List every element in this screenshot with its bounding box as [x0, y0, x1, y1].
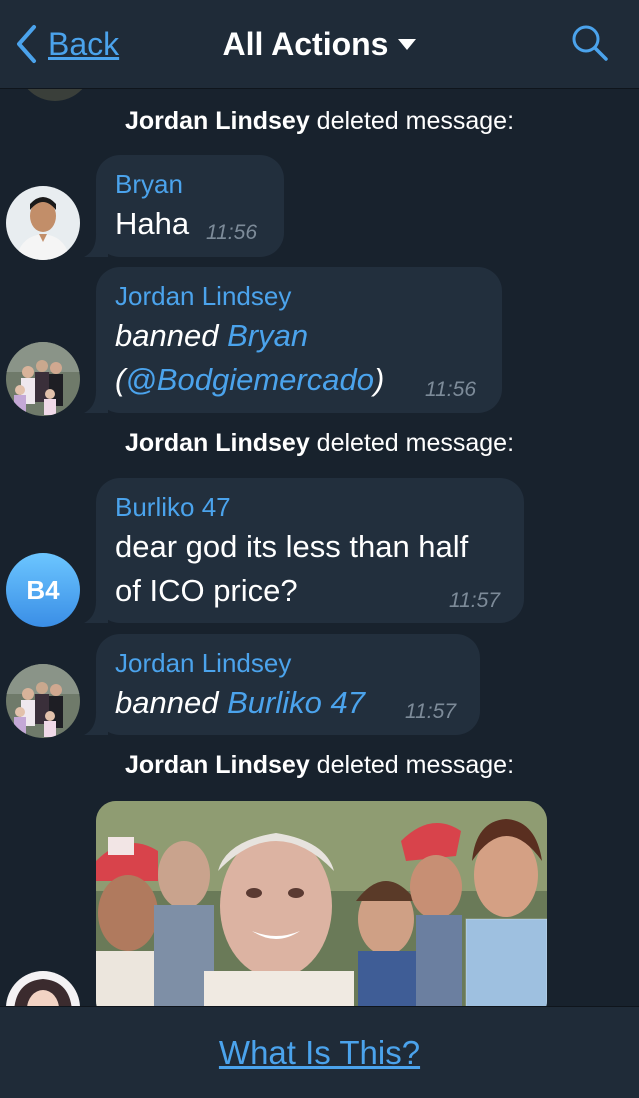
ban-verb: banned: [115, 685, 219, 720]
service-action: deleted message:: [316, 429, 515, 457]
caret-down-icon: [398, 38, 417, 50]
user-photo: [6, 664, 80, 738]
mention-link[interactable]: Burliko 47: [227, 685, 365, 720]
service-action: deleted message:: [316, 107, 515, 135]
message-sender[interactable]: Bryan: [115, 169, 183, 200]
message-sender[interactable]: Jordan Lindsey: [115, 648, 291, 679]
service-message: Jordan Lindsey deleted message:: [0, 107, 639, 136]
nav-bar: Back All Actions: [0, 0, 639, 89]
service-message: Jordan Lindsey deleted message:: [0, 751, 639, 780]
what-is-this-link[interactable]: What Is This?: [219, 1034, 420, 1072]
photo-icon: [96, 801, 547, 1006]
message-time: 11:56: [206, 221, 257, 244]
message-bubble[interactable]: Burliko 47 dear god its less than half o…: [84, 478, 524, 623]
message-text: dear god its less than half: [115, 529, 469, 564]
user-photo: [6, 186, 80, 260]
ban-verb: banned: [115, 318, 219, 353]
bubble-tail: [84, 235, 108, 257]
paren-close: ): [373, 362, 385, 397]
bubble-tail: [84, 391, 108, 413]
search-icon[interactable]: [571, 24, 609, 62]
avatar[interactable]: [6, 971, 80, 1006]
avatar: [18, 89, 92, 101]
user-photo: [6, 342, 80, 416]
avatar-initials: B4: [26, 574, 60, 605]
message-text: of ICO price?: [115, 573, 298, 608]
bubble-tail: [84, 601, 108, 623]
message-bubble[interactable]: Jordan Lindsey banned Bryan (@Bodgiemerc…: [84, 267, 502, 413]
message-time: 11:56: [425, 378, 476, 401]
username-link[interactable]: @Bodgiemercado: [125, 362, 374, 397]
service-message: Jordan Lindsey deleted message:: [0, 429, 639, 458]
avatar[interactable]: [6, 186, 80, 260]
message-text: (@Bodgiemercado): [115, 358, 384, 402]
avatar[interactable]: [6, 664, 80, 738]
message-time: 11:57: [405, 700, 456, 723]
media-message[interactable]: [96, 801, 547, 1006]
avatar[interactable]: [6, 342, 80, 416]
service-action: deleted message:: [316, 751, 515, 779]
message-text: banned Burliko 47: [115, 681, 365, 725]
service-actor: Jordan Lindsey: [124, 107, 310, 135]
message-text: banned Bryan: [115, 314, 308, 358]
page-title: All Actions: [222, 25, 389, 62]
message-text: Haha: [115, 206, 190, 241]
message-sender[interactable]: Jordan Lindsey: [115, 281, 291, 312]
paren-open: (: [115, 362, 126, 397]
message-sender[interactable]: Burliko 47: [115, 492, 231, 523]
filter-title-dropdown[interactable]: All Actions: [0, 22, 639, 66]
bottom-bar: What Is This?: [0, 1006, 639, 1098]
service-actor: Jordan Lindsey: [124, 429, 310, 457]
service-actor: Jordan Lindsey: [124, 751, 310, 779]
message-bubble[interactable]: Bryan Haha 11:56: [84, 155, 284, 257]
mention-link[interactable]: Bryan: [227, 318, 308, 353]
admin-log-list[interactable]: Jordan Lindsey deleted message: Bryan Ha…: [0, 89, 639, 1006]
avatar[interactable]: B4: [6, 553, 80, 627]
bubble-tail: [84, 713, 108, 735]
message-time: 11:57: [449, 589, 500, 612]
user-photo: [6, 971, 80, 1006]
message-bubble[interactable]: Jordan Lindsey banned Burliko 47 11:57: [84, 634, 480, 735]
